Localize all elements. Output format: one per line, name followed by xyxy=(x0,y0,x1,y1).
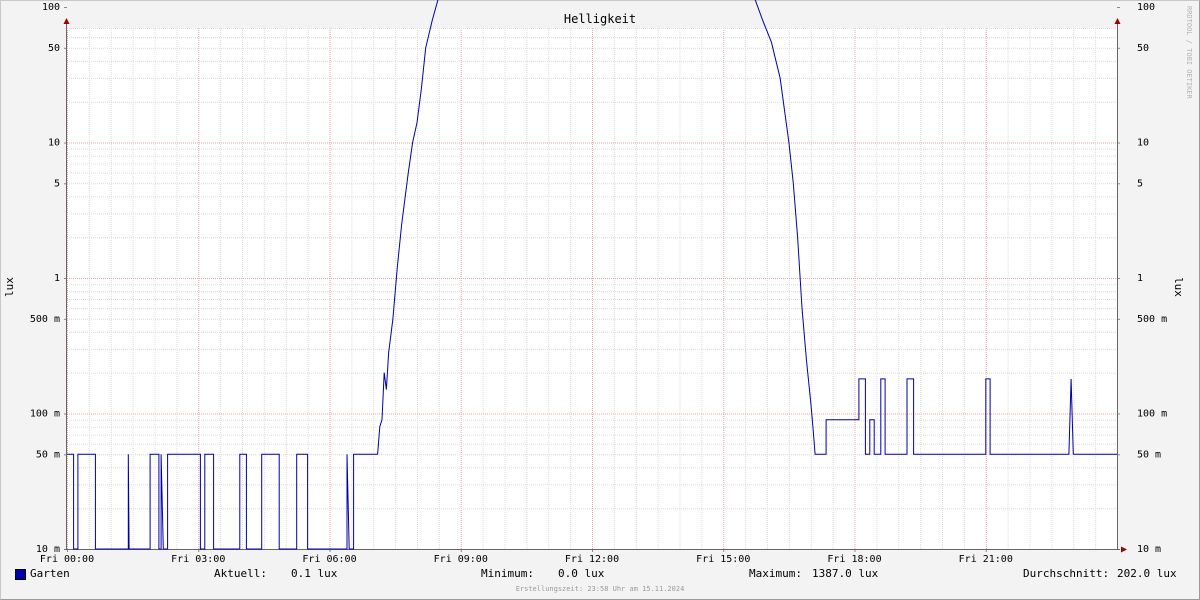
y-axis-arrow-left xyxy=(63,18,70,24)
x-tick-label: Fri 09:00 xyxy=(434,554,488,565)
x-tick-label: Fri 00:00 xyxy=(40,554,94,565)
legend-max-value: 1387.0 lux xyxy=(812,567,879,580)
legend-current-value: 0.1 lux xyxy=(291,567,338,580)
legend-swatch-garten xyxy=(15,569,26,580)
y-tick-label-right: 50 xyxy=(1137,43,1149,54)
legend-min-value: 0.0 lux xyxy=(558,567,605,580)
y-tick-label-right: 100 xyxy=(1137,2,1155,13)
y-tick-label-right: 500 m xyxy=(1137,314,1167,325)
y-tick-label-left: 5 xyxy=(54,178,60,189)
y-tick-label-left: 100 xyxy=(42,2,60,13)
y-tick-label-left: 1 xyxy=(54,273,60,284)
y-axis-label-left: lux xyxy=(3,277,16,297)
legend-current-label: Aktuell: xyxy=(214,567,267,580)
rrdtool-credit: RRDTOOL / TOBI OETIKER xyxy=(1185,6,1193,100)
x-tick-label: Fri 03:00 xyxy=(171,554,225,565)
x-tick-label: Fri 18:00 xyxy=(827,554,881,565)
y-tick-label-left: 50 xyxy=(48,43,60,54)
legend-series-name: Garten xyxy=(30,567,70,580)
x-tick-label: Fri 12:00 xyxy=(565,554,619,565)
y-tick-label-right: 10 xyxy=(1137,138,1149,149)
chart-title: Helligkeit xyxy=(564,12,636,26)
x-axis-arrow xyxy=(1121,546,1127,553)
y-tick-label-right: 50 m xyxy=(1137,449,1161,460)
y-axis-label-right: lux xyxy=(1172,277,1185,297)
creation-time-footer: Erstellungszeit: 23:58 Uhr am 15.11.2024 xyxy=(515,585,685,593)
y-tick-label-left: 10 xyxy=(48,138,60,149)
x-tick-label: Fri 15:00 xyxy=(696,554,750,565)
y-tick-label-right: 5 xyxy=(1137,178,1143,189)
legend-max-label: Maximum: xyxy=(749,567,802,580)
y-axis-arrow-right xyxy=(1114,18,1121,24)
x-tick-label: Fri 06:00 xyxy=(302,554,356,565)
y-tick-label-left: 50 m xyxy=(36,449,60,460)
legend-avg-label: Durchschnitt: xyxy=(1023,567,1110,580)
y-tick-label-right: 10 m xyxy=(1137,544,1161,555)
legend-min-label: Minimum: xyxy=(481,567,534,580)
y-tick-label-right: 1 xyxy=(1137,273,1143,284)
brightness-chart: 10 m 10 m50 m 50 m100 m 100 m500 m 500 m1 15 5… xyxy=(3,0,1193,565)
y-tick-label-right: 100 m xyxy=(1137,409,1167,420)
y-tick-label-left: 500 m xyxy=(30,314,60,325)
x-tick-label: Fri 21:00 xyxy=(959,554,1013,565)
y-tick-label-left: 100 m xyxy=(30,409,60,420)
legend-avg-value: 202.0 lux xyxy=(1117,567,1177,580)
